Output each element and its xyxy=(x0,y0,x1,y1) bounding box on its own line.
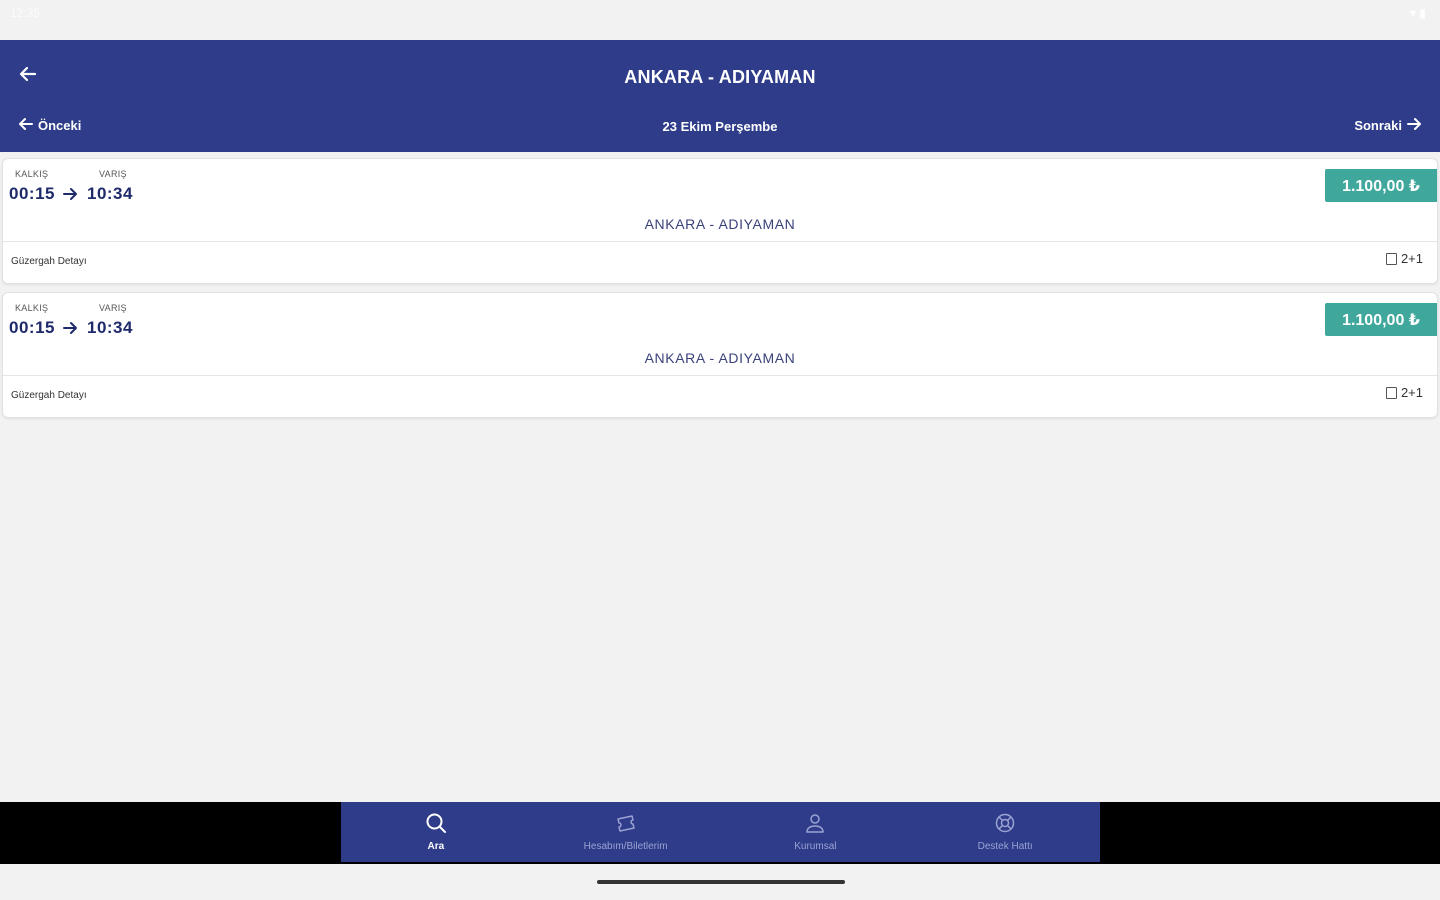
divider xyxy=(3,241,1437,242)
support-icon xyxy=(993,811,1017,835)
trip-route: ANKARA - ADIYAMAN xyxy=(644,216,796,232)
nav-label-account: Hesabım/Biletlerim xyxy=(583,841,668,852)
arrival-label: VARIŞ xyxy=(99,303,127,313)
seat-layout: 2+1 xyxy=(1385,251,1423,266)
divider xyxy=(3,375,1437,376)
arrival-time: 10:34 xyxy=(86,318,133,337)
travel-date: 23 Ekim Perşembe xyxy=(662,119,778,134)
nav-label-search: Ara xyxy=(427,841,445,852)
seat-layout: 2+1 xyxy=(1385,385,1423,400)
status-icons: ▾ ▮ xyxy=(1410,6,1426,20)
seat-layout-label: 2+1 xyxy=(1400,385,1423,400)
next-day-label: Sonraki xyxy=(1354,118,1402,133)
status-bar: 12:35 ▾ ▮ xyxy=(0,0,1440,40)
departure-time: 00:15 xyxy=(9,318,55,337)
trip-times: 00:15 10:34 xyxy=(9,318,133,338)
status-time: 12:35 xyxy=(10,6,41,20)
route-detail-link[interactable]: Güzergah Detayı xyxy=(11,390,87,401)
person-icon xyxy=(803,811,827,835)
arrow-right-icon xyxy=(1406,116,1422,135)
trip-route: ANKARA - ADIYAMAN xyxy=(644,350,796,366)
home-indicator[interactable] xyxy=(597,880,845,884)
trip-list: KALKIŞ VARIŞ 00:15 10:34 1.100,00 ₺ ANKA… xyxy=(2,158,1438,426)
next-day-button[interactable]: Sonraki xyxy=(1354,116,1422,135)
arrow-right-icon xyxy=(62,321,79,335)
price-badge[interactable]: 1.100,00 ₺ xyxy=(1325,169,1437,202)
route-detail-link[interactable]: Güzergah Detayı xyxy=(11,256,87,267)
departure-label: KALKIŞ xyxy=(15,303,49,313)
nav-label-corporate: Kurumsal xyxy=(794,841,837,852)
page-title: ANKARA - ADIYAMAN xyxy=(624,67,816,87)
seat-icon xyxy=(1385,252,1397,265)
seat-layout-label: 2+1 xyxy=(1400,251,1423,266)
trip-times: 00:15 10:34 xyxy=(9,184,133,204)
departure-label: KALKIŞ xyxy=(15,169,49,179)
arrival-time: 10:34 xyxy=(86,184,133,203)
app-header: ANKARA - ADIYAMAN Önceki 23 Ekim Perşemb… xyxy=(0,40,1440,152)
nav-item-search[interactable]: Ara xyxy=(341,802,531,862)
ticket-icon xyxy=(614,811,638,835)
nav-item-corporate[interactable]: Kurumsal xyxy=(721,802,911,862)
seat-icon xyxy=(1385,386,1397,399)
trip-card[interactable]: KALKIŞ VARIŞ 00:15 10:34 1.100,00 ₺ ANKA… xyxy=(2,292,1438,418)
price-badge[interactable]: 1.100,00 ₺ xyxy=(1325,303,1437,336)
departure-time: 00:15 xyxy=(9,184,55,203)
nav-label-support: Destek Hattı xyxy=(977,841,1033,852)
arrow-right-icon xyxy=(62,187,79,201)
arrival-label: VARIŞ xyxy=(99,169,127,179)
search-icon xyxy=(424,811,448,835)
nav-item-support[interactable]: Destek Hattı xyxy=(910,802,1100,862)
bottom-navigation: Ara Hesabım/Biletlerim Kurumsal Destek H… xyxy=(341,802,1100,862)
trip-card[interactable]: KALKIŞ VARIŞ 00:15 10:34 1.100,00 ₺ ANKA… xyxy=(2,158,1438,284)
nav-item-account[interactable]: Hesabım/Biletlerim xyxy=(531,802,721,862)
